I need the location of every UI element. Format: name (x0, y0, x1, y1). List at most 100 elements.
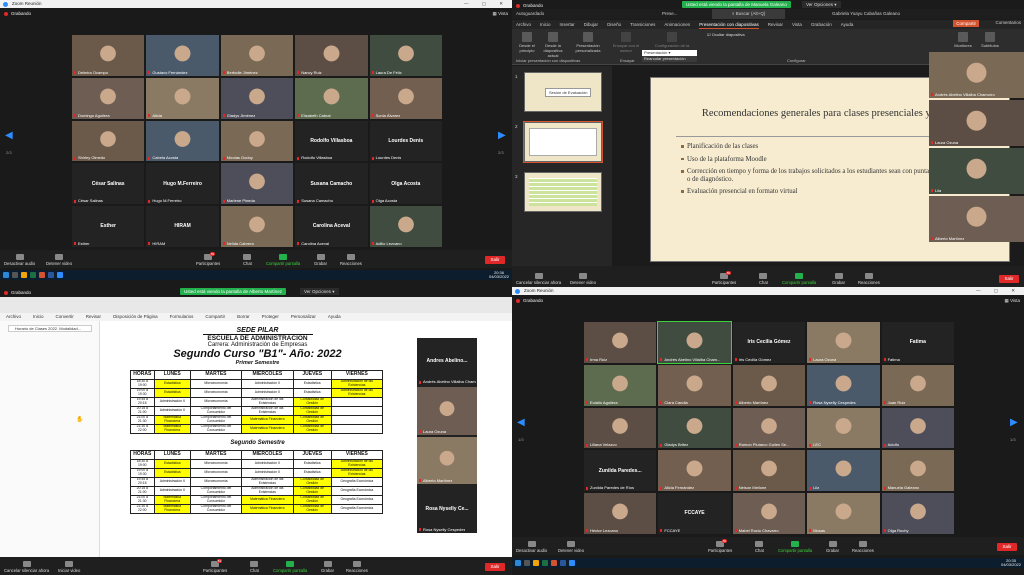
ribbon-tab[interactable]: Transiciones (630, 20, 655, 29)
share-screen-button[interactable]: Compartir pantalla (782, 273, 816, 285)
participant-tile[interactable]: Laura De Félix (369, 35, 442, 76)
powerpoint-icon[interactable] (551, 560, 557, 566)
leave-button[interactable]: Salir (485, 256, 505, 264)
participant-tile[interactable]: Alicia Fernández (658, 450, 731, 492)
setup-button[interactable]: Configuración de la (652, 32, 692, 48)
participant-tile[interactable]: Alberto Martínez (417, 436, 477, 484)
share-screen-button[interactable]: Compartir pantalla (266, 254, 300, 266)
participant-tile[interactable]: Hugo M.Ferreiro Hugo M.Ferreiro (146, 163, 219, 205)
menu-item[interactable]: Borrar (237, 313, 250, 321)
file-explorer-icon[interactable] (533, 560, 539, 566)
video-button[interactable]: Iniciar video (58, 561, 80, 573)
reactions-button[interactable]: Reacciones (340, 254, 362, 266)
slide-thumbnail-3[interactable] (524, 172, 602, 212)
menu-item[interactable]: Formularios (170, 313, 194, 321)
participant-tile[interactable]: Adilio Lezcano (369, 206, 442, 247)
participant-tile[interactable]: Elizabeth Cabral (295, 77, 368, 119)
record-button[interactable]: Grabar (314, 254, 327, 266)
participant-tile[interactable]: Irma Ruiz (584, 322, 657, 363)
next-page-arrow-icon[interactable]: ▶ (1010, 417, 1018, 428)
participant-tile[interactable]: Héctor Lezcano (584, 493, 657, 534)
view-button[interactable]: ▦ Vista (493, 11, 508, 17)
mute-button[interactable]: Cancelar silenciar ahora (516, 273, 561, 285)
participant-tile[interactable]: Nancy Ruiz (295, 35, 368, 76)
participant-tile[interactable]: Cabela Acosta (146, 120, 219, 162)
powerpoint-icon[interactable] (39, 272, 45, 278)
monitors-button[interactable]: Monitores (952, 32, 974, 48)
video-button[interactable]: Detener video (570, 273, 596, 285)
view-options-button[interactable]: Ver Opciones ▾ (300, 288, 339, 295)
ribbon-tab[interactable]: Inicio (540, 20, 551, 29)
chat-button[interactable]: Chat (243, 254, 252, 266)
participant-tile[interactable]: HIRAM HIRAM (146, 206, 219, 247)
participant-tile[interactable]: Domingo Aguilera (72, 77, 145, 119)
participants-button[interactable]: 56 Participantes (712, 271, 736, 285)
subtitles-button[interactable]: Subtítulos (979, 32, 1001, 48)
slide-thumbnail-1[interactable]: Sesión de Evaluación (524, 72, 602, 112)
participant-tile[interactable]: Gladys Britez (658, 407, 731, 449)
next-page-arrow-icon[interactable]: ▶ (498, 130, 506, 141)
participant-tile[interactable]: Alicia (146, 77, 219, 119)
participant-tile[interactable]: Lila (929, 148, 1024, 194)
excel-icon[interactable] (30, 272, 36, 278)
ribbon-tab[interactable]: Animaciones (664, 20, 690, 29)
participant-tile[interactable]: Andres Abelino... Andrés Abelino Villalba… (417, 338, 477, 386)
slide-thumbnail-2[interactable] (523, 121, 603, 163)
hide-slide-checkbox[interactable]: ☑ Ocultar diapositiva (707, 32, 745, 37)
menu-item[interactable]: Disposición de Página (113, 313, 158, 321)
reactions-button[interactable]: Reacciones (852, 541, 874, 553)
windows-start-icon[interactable] (515, 560, 521, 566)
window-controls[interactable]: — ▢ ✕ (464, 0, 509, 8)
share-screen-button[interactable]: Compartir pantalla (778, 541, 812, 553)
participant-tile[interactable]: Fatima Fatima (881, 322, 954, 363)
ribbon-tab[interactable]: Presentación con diapositivas (699, 20, 759, 29)
participant-tile[interactable]: Esther Esther (72, 206, 145, 247)
participant-tile[interactable]: Olga Ruchy (881, 493, 954, 534)
participant-tile[interactable]: Juan Ruiz (881, 364, 954, 406)
menu-item[interactable]: Personalizar (291, 313, 316, 321)
participant-tile[interactable]: Andrés Abelino Villalba Cham... (657, 321, 732, 364)
from-current-button[interactable]: Desde la diapositiva actual (540, 32, 566, 58)
participant-tile[interactable]: LEC (807, 407, 880, 449)
file-explorer-icon[interactable] (21, 272, 27, 278)
ribbon-tab[interactable]: Grabación (811, 20, 832, 29)
ribbon-tab[interactable]: Revisar (768, 20, 783, 29)
mute-button[interactable]: Cancelar silenciar ahora (4, 561, 49, 573)
participant-tile[interactable]: Lila (807, 450, 880, 492)
reactions-button[interactable]: Reacciones (858, 273, 880, 285)
record-button[interactable]: Grabar (826, 541, 839, 553)
resume-presentation[interactable]: Reanudar presentación (642, 56, 697, 62)
mute-button[interactable]: Desactivar audio (4, 254, 35, 266)
ribbon-tab[interactable]: Vista (792, 20, 802, 29)
participant-tile[interactable]: Iris Cecilia Gómez Iris Cecilia Gómez (732, 322, 806, 363)
participant-tile[interactable]: Alberto Martínez (929, 196, 1024, 242)
search-icon[interactable] (12, 272, 18, 278)
participant-tile[interactable]: Adolfo (881, 407, 954, 449)
participant-tile[interactable]: Marlene Pineda (220, 163, 294, 205)
menu-item[interactable]: Convertir (56, 313, 74, 321)
participant-tile[interactable]: Ramon Plutarco Gullen Se... (732, 407, 806, 449)
participant-tile[interactable]: Manuela Galeano (881, 450, 954, 492)
participant-tile[interactable]: FCCAYE FCCAYE (658, 493, 731, 534)
participant-tile[interactable]: Sonia Álvarez (369, 77, 442, 119)
record-button[interactable]: Grabar (321, 561, 334, 573)
ribbon-tab[interactable]: Ayuda (841, 20, 854, 29)
mute-button[interactable]: Desactivar audio (516, 541, 547, 553)
record-button[interactable]: Grabar (832, 273, 845, 285)
ribbon-tab[interactable]: Dibujar (584, 20, 598, 29)
share-screen-button[interactable]: Compartir pantalla (273, 561, 307, 573)
participant-tile[interactable]: Delmira Ocampo (72, 35, 145, 76)
chat-button[interactable]: Chat (755, 541, 764, 553)
participants-button[interactable]: 51 Participantes (203, 559, 227, 573)
participant-tile[interactable]: Gustavo Fernández (146, 35, 219, 76)
participants-button[interactable]: 55 Participantes (196, 252, 220, 266)
word-icon[interactable] (560, 560, 566, 566)
chat-button[interactable]: Chat (759, 273, 768, 285)
participant-tile[interactable]: Mosas (807, 493, 880, 534)
menu-item[interactable]: Inicio (33, 313, 44, 321)
leave-button[interactable]: Salir (485, 563, 505, 571)
prev-page-arrow-icon[interactable]: ◀ (5, 130, 13, 141)
menu-item[interactable]: Ayuda (328, 313, 341, 321)
zoom-taskbar-icon[interactable] (569, 560, 575, 566)
ribbon-tab[interactable]: Diseño (607, 20, 621, 29)
